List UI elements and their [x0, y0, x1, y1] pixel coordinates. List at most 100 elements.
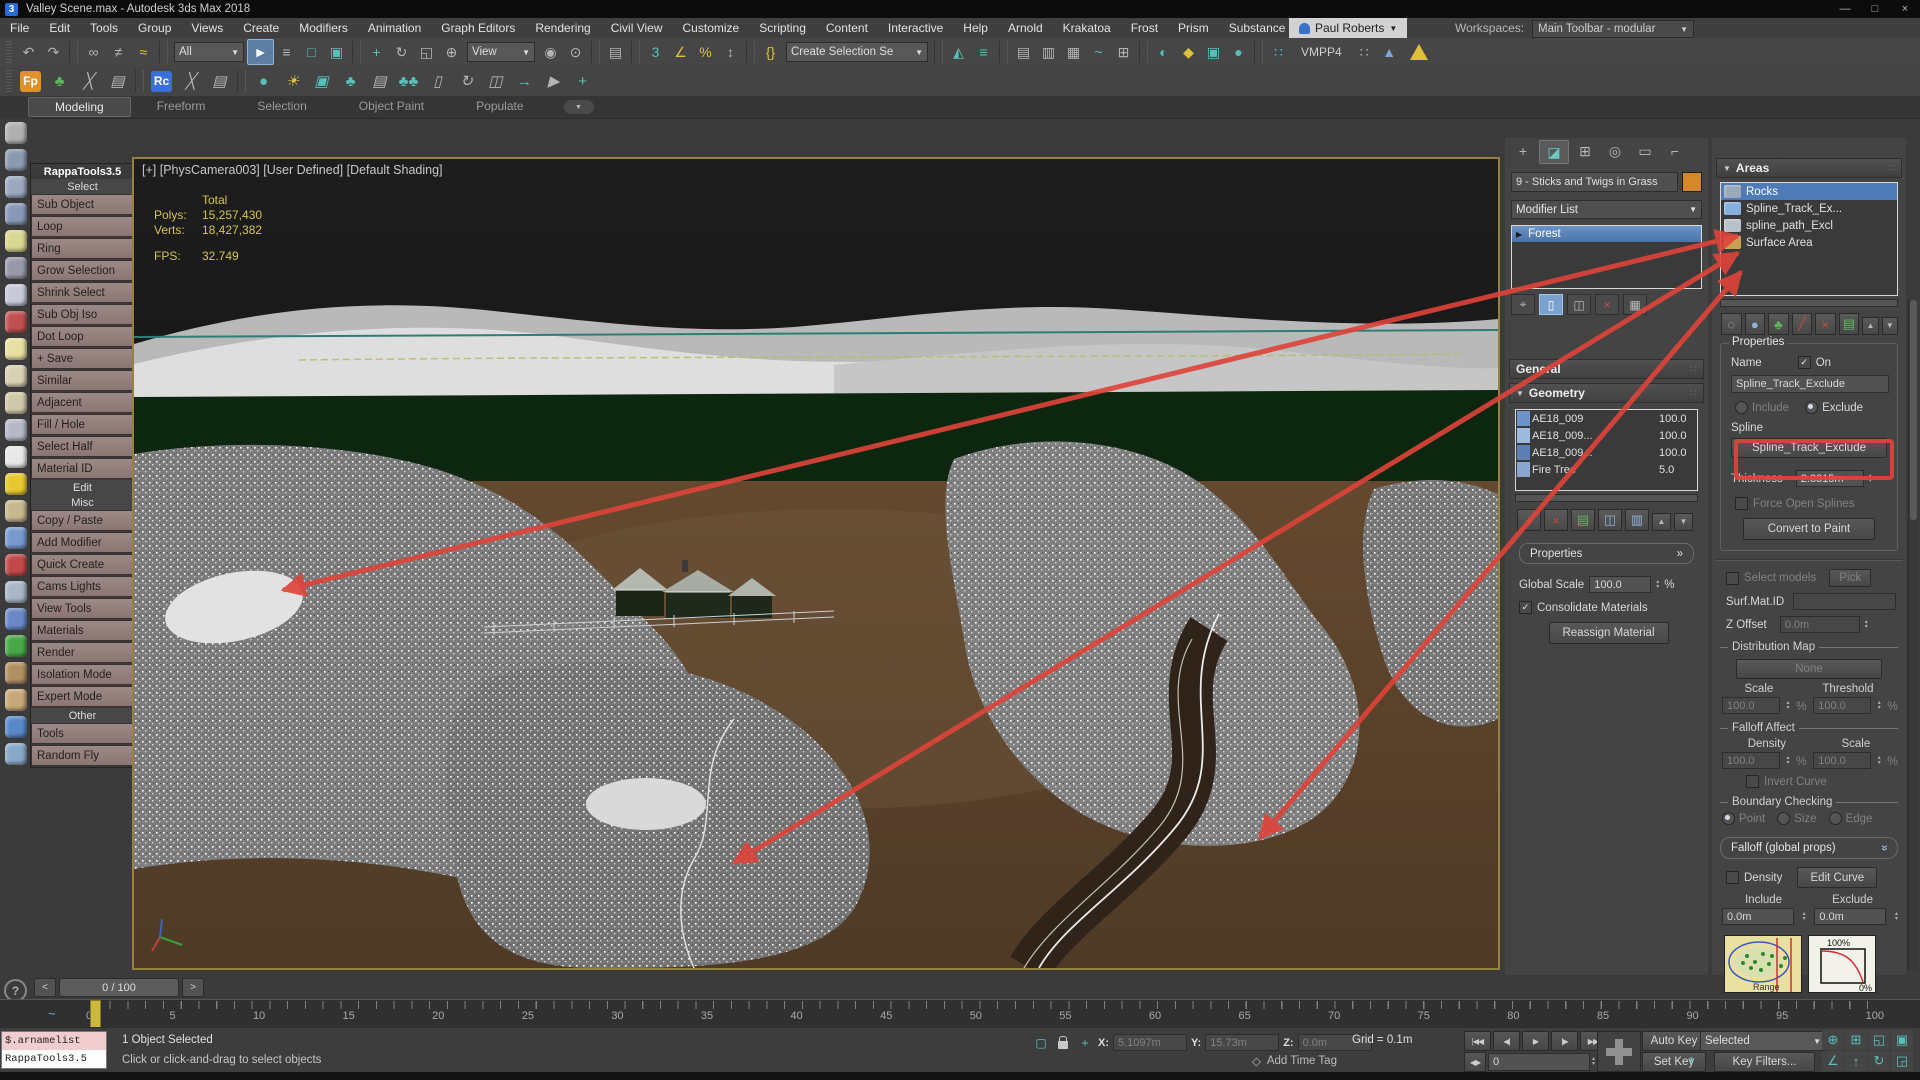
key-step-toggle[interactable]: ◀▶	[1464, 1052, 1486, 1072]
minimize-button[interactable]: —	[1830, 0, 1860, 18]
add-time-tag[interactable]: ◇ Add Time Tag	[1252, 1054, 1337, 1068]
sun-positioner-icon[interactable]	[5, 473, 27, 495]
dots-icon[interactable]: ∷	[1352, 40, 1377, 64]
tree-group-icon[interactable]: ♣♣	[394, 68, 423, 94]
forward-arrow-icon[interactable]: →	[510, 68, 539, 94]
tree-card-icon[interactable]: ▯	[423, 68, 452, 94]
use-pivot-center-icon[interactable]: ◉	[538, 40, 563, 64]
separator[interactable]	[591, 41, 600, 63]
terrain-cone-icon[interactable]	[5, 446, 27, 468]
force-open-splines-checkbox[interactable]	[1735, 497, 1748, 510]
menu-item[interactable]: Frost	[1121, 21, 1168, 35]
maximize-viewport-icon[interactable]: ◲	[1891, 1051, 1913, 1071]
remove-modifier-icon[interactable]: ×	[1595, 294, 1619, 315]
menu-item[interactable]: Help	[953, 21, 998, 35]
video-preview-icon[interactable]: ▶	[539, 68, 568, 94]
toolbar-grip[interactable]	[6, 41, 12, 63]
dist-threshold-field[interactable]: 100.0	[1813, 697, 1871, 714]
ribbon-toggle-icon[interactable]: ▦	[1061, 40, 1086, 64]
set-keys-button[interactable]	[1597, 1031, 1641, 1072]
time-slider-handle[interactable]	[90, 1000, 101, 1029]
select-models-checkbox[interactable]	[1726, 572, 1739, 585]
add-circle-area-icon[interactable]: ◌	[1721, 313, 1742, 335]
ribbon-tab[interactable]: Object Paint	[333, 97, 450, 117]
add-geometry-icon[interactable]: +	[1517, 509, 1541, 531]
spreadsheet-icon[interactable]	[5, 203, 27, 225]
bind-to-space-warp-icon[interactable]: ≈	[131, 40, 156, 64]
railclone-tools-icon[interactable]: ╳	[176, 68, 205, 94]
scene-explorer-icon[interactable]: ▤	[1011, 40, 1036, 64]
viewport-label[interactable]: [+] [PhysCamera003] [User Defined] [Defa…	[142, 163, 443, 177]
thickness-field[interactable]: 2.3315m	[1796, 470, 1864, 487]
zoom-all-icon[interactable]: ⊞	[1845, 1030, 1867, 1050]
geometry-list-row[interactable]: AE18_009 100.0	[1516, 410, 1697, 427]
menu-item[interactable]: Modifiers	[289, 21, 358, 35]
ribbon-tab[interactable]: Modeling	[28, 97, 131, 117]
menu-item[interactable]: Views	[181, 21, 233, 35]
spline-pick-button[interactable]: Spline_Track_Exclude	[1731, 438, 1887, 458]
render-production-icon[interactable]: ●	[1226, 40, 1251, 64]
make-unique-icon[interactable]: ◫	[1567, 294, 1591, 315]
configure-modifier-sets-icon[interactable]: ▦	[1623, 294, 1647, 315]
maximize-button[interactable]: □	[1860, 0, 1890, 18]
geometry-list-scrollbar[interactable]	[1515, 494, 1698, 502]
rappatools-button[interactable]: Sub Obj Iso	[31, 304, 134, 325]
reassign-material-button[interactable]: Reassign Material	[1549, 622, 1669, 644]
rappatools-button[interactable]: Ring	[31, 238, 134, 259]
rappatools-button[interactable]: View Tools	[31, 598, 134, 619]
reference-coordinate-select[interactable]: View▼	[467, 42, 535, 62]
ribbon-tab[interactable]: Freeform	[131, 97, 232, 117]
area-up-icon[interactable]: ▲	[1862, 317, 1878, 335]
rappatools-button[interactable]: Copy / Paste	[31, 510, 134, 531]
select-object-icon[interactable]: ►	[247, 39, 274, 65]
render-setup-icon[interactable]: ◆	[1176, 40, 1201, 64]
material-editor-icon[interactable]: ◐	[1151, 40, 1176, 64]
select-and-move-icon[interactable]: +	[364, 40, 389, 64]
layer-explorer-icon[interactable]: ▥	[1036, 40, 1061, 64]
rappatools-button[interactable]: Render	[31, 642, 134, 663]
point-radio[interactable]	[1722, 812, 1735, 825]
geometry-list-row[interactable]: AE18_009... 100.0	[1516, 427, 1697, 444]
dist-scale-field[interactable]: 100.0	[1722, 697, 1780, 714]
pick-button[interactable]: Pick	[1829, 569, 1871, 587]
areas-list-scrollbar[interactable]	[1720, 299, 1898, 307]
show-end-result-icon[interactable]: ▯	[1539, 294, 1563, 315]
menu-item[interactable]: Prism	[1168, 21, 1219, 35]
listener-line-white[interactable]: RappaTools3.5	[2, 1050, 106, 1068]
close-button[interactable]: ×	[1890, 0, 1920, 18]
spinner-icon[interactable]: ▴▾	[1592, 1057, 1595, 1067]
grass-icon[interactable]	[5, 635, 27, 657]
next-frame-button[interactable]: >	[182, 978, 204, 997]
zoom-extents-icon[interactable]: ◱	[1868, 1030, 1890, 1050]
geometry-properties-expander[interactable]: Properties»	[1519, 543, 1694, 564]
copy-icon[interactable]: ◫	[1598, 509, 1622, 531]
go-to-start-icon[interactable]: |◀◀	[1464, 1031, 1491, 1051]
geometry-list-row[interactable]: AE18_009... 100.0	[1516, 444, 1697, 461]
forest-trees-icon[interactable]: ♣	[45, 68, 74, 94]
geometry-list-row[interactable]: Fire Tree 5.0	[1516, 461, 1697, 478]
modifier-list-select[interactable]: Modifier List▼	[1511, 200, 1702, 219]
rappatools-button[interactable]: Misc	[31, 495, 134, 510]
paste-icon[interactable]: ▥	[1625, 509, 1649, 531]
menu-item[interactable]: Customize	[673, 21, 750, 35]
hierarchy-tab-icon[interactable]: ⊞	[1571, 140, 1599, 162]
pin-stack-icon[interactable]: ⌖	[1511, 294, 1535, 315]
ribbon-tab[interactable]: Populate	[450, 97, 549, 117]
object-finder-icon[interactable]	[5, 743, 27, 765]
next-frame-icon[interactable]: |▶	[1551, 1031, 1578, 1051]
area-name-field[interactable]: Spline_Track_Exclude	[1731, 375, 1889, 393]
invert-curve-checkbox[interactable]	[1746, 775, 1759, 788]
rappatools-button[interactable]: Materials	[31, 620, 134, 641]
forest-library-icon[interactable]: ▤	[103, 68, 132, 94]
spinner-icon[interactable]: ▴▾	[1869, 474, 1872, 484]
expand-icon[interactable]: ▶	[1516, 230, 1522, 239]
rappatools-button[interactable]: Random Fly	[31, 745, 134, 766]
separator[interactable]	[69, 41, 78, 63]
teapot-icon[interactable]	[5, 122, 27, 144]
rappatools-button[interactable]: Grow Selection	[31, 260, 134, 281]
areas-list-row[interactable]: spline_path_Excl	[1721, 217, 1897, 234]
tree-board-icon[interactable]: ▤	[365, 68, 394, 94]
render-window-icon[interactable]	[5, 149, 27, 171]
rappatools-button[interactable]: Other	[31, 708, 134, 723]
rappatools-button[interactable]: Cams Lights	[31, 576, 134, 597]
